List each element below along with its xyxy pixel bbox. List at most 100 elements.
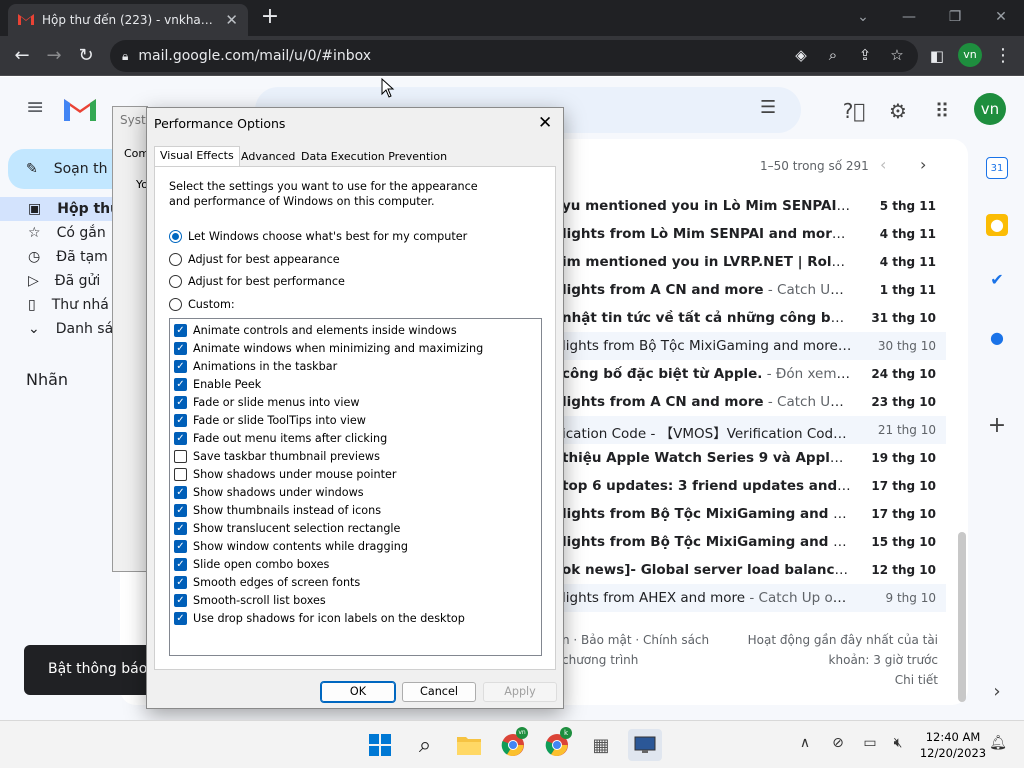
- account-avatar[interactable]: vn: [974, 93, 1006, 125]
- visual-effect-option[interactable]: ✓ Animations in the taskbar: [174, 357, 337, 375]
- checkbox[interactable]: ✓: [174, 557, 187, 571]
- calendar-icon[interactable]: 31: [986, 157, 1008, 179]
- taskbar-clock[interactable]: 12:40 AM 12/20/2023: [918, 729, 988, 761]
- next-page-icon[interactable]: ›: [920, 155, 926, 174]
- visual-effect-option[interactable]: ✓ Smooth edges of screen fonts: [174, 573, 360, 591]
- radio-custom[interactable]: Custom:: [169, 296, 235, 312]
- radio-let-windows-choose[interactable]: Let Windows choose what's best for my co…: [169, 228, 467, 244]
- checkbox[interactable]: ✓: [174, 341, 187, 355]
- contacts-icon[interactable]: ●: [986, 327, 1008, 349]
- mail-scrollbar[interactable]: [958, 532, 966, 702]
- close-window-button[interactable]: ✕: [978, 4, 1024, 30]
- checkbox[interactable]: ✓: [174, 575, 187, 589]
- visual-effect-option[interactable]: ✓ Fade out menu items after clicking: [174, 429, 387, 447]
- checkbox[interactable]: ✓: [174, 431, 187, 445]
- notification-banner[interactable]: Bật thông báo t: [24, 645, 164, 695]
- dialog-close-icon[interactable]: ✕: [538, 113, 552, 133]
- visual-effect-option[interactable]: ✓ Use drop shadows for icon labels on the…: [174, 609, 465, 627]
- tab-close-icon[interactable]: ✕: [225, 11, 238, 29]
- browser-tab[interactable]: Hộp thư đến (223) - vnkha85@gr ✕: [8, 4, 248, 36]
- activity-details-link[interactable]: Chi tiết: [712, 670, 938, 690]
- checkbox[interactable]: ✓: [174, 485, 187, 499]
- radio-button[interactable]: [169, 252, 182, 266]
- install-icon[interactable]: ◈: [790, 46, 812, 64]
- volume-muted-icon[interactable]: 🔇︎: [888, 735, 908, 751]
- email-row[interactable]: ication Code - 【VMOS】Verification Code..…: [562, 416, 946, 444]
- radio-button[interactable]: [169, 229, 182, 243]
- apps-grid-icon[interactable]: ⠿: [930, 99, 954, 123]
- visual-effect-option[interactable]: ✓ Show translucent selection rectangle: [174, 519, 400, 537]
- checkbox[interactable]: ✓: [174, 323, 187, 337]
- checkbox[interactable]: [174, 467, 187, 481]
- visual-effect-option[interactable]: ✓ Animate windows when minimizing and max…: [174, 339, 483, 357]
- notification-bell-icon[interactable]: 🔔︎: [988, 735, 1008, 751]
- footer-links[interactable]: n · Bảo mật · Chính sách chương trình: [562, 630, 712, 670]
- system-app-icon[interactable]: ▦: [584, 729, 618, 761]
- minimize-button[interactable]: —: [886, 4, 932, 30]
- radio-best-performance[interactable]: Adjust for best performance: [169, 273, 345, 289]
- tasks-icon[interactable]: ✔: [986, 269, 1008, 291]
- visual-effect-option[interactable]: ✓ Enable Peek: [174, 375, 261, 393]
- prev-page-icon[interactable]: ‹: [880, 155, 886, 174]
- visual-effect-option[interactable]: Save taskbar thumbnail previews: [174, 447, 380, 465]
- cancel-button[interactable]: Cancel: [402, 682, 476, 702]
- zoom-search-icon[interactable]: ⌕: [822, 46, 844, 64]
- expand-panel-icon[interactable]: ›: [986, 681, 1008, 703]
- share-icon[interactable]: ⇪: [854, 46, 876, 64]
- visual-effect-option[interactable]: ✓ Show thumbnails instead of icons: [174, 501, 381, 519]
- radio-best-appearance[interactable]: Adjust for best appearance: [169, 251, 340, 267]
- email-row[interactable]: lights from Bộ Tộc MixiGaming and more 17…: [562, 500, 946, 528]
- checkbox[interactable]: ✓: [174, 593, 187, 607]
- performance-options-taskbar-icon[interactable]: [628, 729, 662, 761]
- apply-button[interactable]: Apply: [483, 682, 557, 702]
- visual-effect-option[interactable]: ✓ Fade or slide ToolTips into view: [174, 411, 366, 429]
- add-addon-icon[interactable]: +: [986, 415, 1008, 437]
- email-row[interactable]: ok news]- Global server load balancing..…: [562, 556, 946, 584]
- forward-button[interactable]: →: [41, 43, 67, 69]
- back-button[interactable]: ←: [9, 43, 35, 69]
- checkbox[interactable]: ✓: [174, 395, 187, 409]
- email-row[interactable]: lights from Bộ Tộc MixiGaming and more -…: [562, 332, 946, 360]
- radio-button[interactable]: [169, 274, 182, 288]
- email-row[interactable]: lights from Lò Mim SENPAI and more - C..…: [562, 220, 946, 248]
- tab-visual-effects[interactable]: Visual Effects: [154, 146, 240, 167]
- email-row[interactable]: top 6 updates: 3 friend updates and 3 ..…: [562, 472, 946, 500]
- keep-icon[interactable]: ●: [986, 214, 1008, 236]
- tab-advanced[interactable]: Advanced: [236, 148, 300, 166]
- hamburger-menu-icon[interactable]: ≡: [26, 97, 48, 119]
- email-row[interactable]: nhật tin tức về tất cả những công bố m..…: [562, 304, 946, 332]
- profile-avatar[interactable]: vn: [958, 43, 982, 67]
- visual-effect-option[interactable]: Show shadows under mouse pointer: [174, 465, 396, 483]
- visual-effect-option[interactable]: ✓ Show window contents while dragging: [174, 537, 408, 555]
- checkbox[interactable]: ✓: [174, 359, 187, 373]
- help-icon[interactable]: ?⃝: [842, 99, 866, 123]
- tab-data-execution-prevention[interactable]: Data Execution Prevention: [296, 148, 452, 166]
- file-explorer-icon[interactable]: [452, 729, 486, 761]
- checkbox[interactable]: ✓: [174, 377, 187, 391]
- restore-button[interactable]: ❐: [932, 4, 978, 30]
- gmail-logo[interactable]: [62, 95, 98, 121]
- checkbox[interactable]: ✓: [174, 413, 187, 427]
- checkbox[interactable]: ✓: [174, 611, 187, 625]
- checkbox[interactable]: ✓: [174, 539, 187, 553]
- visual-effect-option[interactable]: ✓ Fade or slide menus into view: [174, 393, 359, 411]
- visual-effect-option[interactable]: ✓ Slide open combo boxes: [174, 555, 329, 573]
- search-options-icon[interactable]: ☰: [760, 97, 776, 118]
- tray-chevron-icon[interactable]: ∧: [795, 735, 815, 751]
- reload-button[interactable]: ↻: [73, 43, 99, 69]
- visual-effect-option[interactable]: ✓ Smooth-scroll list boxes: [174, 591, 326, 609]
- menu-dots-icon[interactable]: ⋮: [990, 43, 1016, 69]
- email-row[interactable]: im mentioned you in LVRP.NET | Roleplay 4…: [562, 248, 946, 276]
- chrome-profile-icon[interactable]: k: [540, 727, 574, 761]
- radio-button[interactable]: [169, 297, 182, 311]
- checkbox[interactable]: [174, 449, 187, 463]
- email-row[interactable]: yu mentioned you in Lò Mim SENPAI - Y...…: [562, 192, 946, 220]
- visual-effect-option[interactable]: ✓ Animate controls and elements inside wi…: [174, 321, 457, 339]
- checkbox[interactable]: ✓: [174, 521, 187, 535]
- tab-search-icon[interactable]: ⌄: [840, 4, 886, 30]
- email-row[interactable]: thiệu Apple Watch Series 9 và Apple W...…: [562, 444, 946, 472]
- ok-button[interactable]: OK: [320, 681, 396, 703]
- visual-effects-list[interactable]: ✓ Animate controls and elements inside wi…: [169, 318, 542, 656]
- email-row[interactable]: lights from A CN and more - Catch Up o..…: [562, 276, 946, 304]
- chrome-icon[interactable]: vn: [496, 727, 530, 761]
